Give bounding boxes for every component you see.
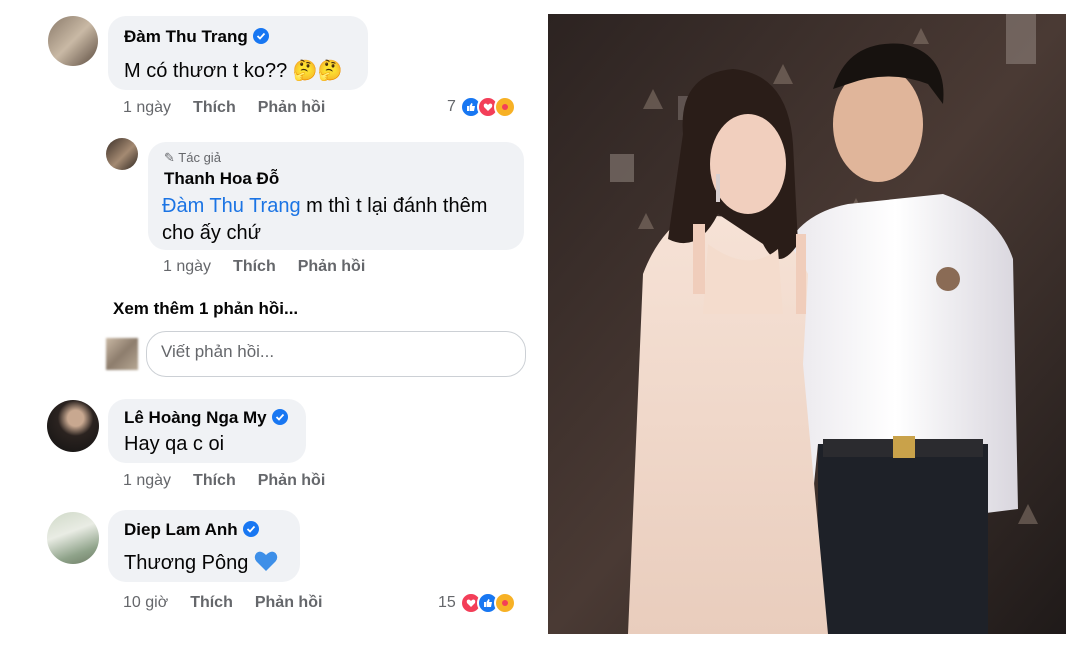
comment-time[interactable]: 10 giờ <box>123 594 168 611</box>
comment-text: Thương Pông <box>124 552 249 574</box>
like-button[interactable]: Thích <box>233 258 276 275</box>
avatar[interactable] <box>48 16 98 66</box>
comment-time[interactable]: 1 ngày <box>123 99 171 116</box>
care-reaction-icon <box>493 96 516 118</box>
commenter-name[interactable]: Diep Lam Anh <box>124 520 238 539</box>
like-button[interactable]: Thích <box>193 99 236 116</box>
reply-input-placeholder: Viết phản hồi... <box>161 342 275 361</box>
comment-text: m thì t lại đánh thêm <box>300 195 488 217</box>
commenter-name[interactable]: Thanh Hoa Đỗ <box>164 169 279 189</box>
care-reaction-icon <box>493 592 516 614</box>
comment-bubble: Đàm Thu Trang M có thươn t ko?? 🤔🤔 <box>108 16 368 90</box>
comment-actions: 10 giờ Thích Phản hồi <box>123 594 344 612</box>
reaction-count: 15 <box>438 594 456 611</box>
current-user-avatar <box>106 338 138 370</box>
verified-badge-icon <box>242 521 259 537</box>
comment-bubble: Diep Lam Anh Thương Pông <box>108 510 300 582</box>
reply-button[interactable]: Phản hồi <box>258 99 326 116</box>
reply-button[interactable]: Phản hồi <box>255 594 323 611</box>
reaction-summary[interactable]: 15 <box>438 592 516 614</box>
author-badge: Tác giả <box>178 150 221 165</box>
commenter-name[interactable]: Lê Hoàng Nga My <box>124 408 267 427</box>
comment-time[interactable]: 1 ngày <box>123 472 171 489</box>
reply-input[interactable]: Viết phản hồi... <box>146 331 526 377</box>
commenter-name[interactable]: Đàm Thu Trang <box>124 27 248 46</box>
comment-actions: 1 ngày Thích Phản hồi <box>163 258 387 276</box>
comment-actions: 1 ngày Thích Phản hồi <box>123 472 347 490</box>
thinking-face-icon: 🤔🤔 <box>292 60 343 82</box>
like-button[interactable]: Thích <box>193 472 236 489</box>
avatar[interactable] <box>47 400 99 452</box>
reply-button[interactable]: Phản hồi <box>258 472 326 489</box>
verified-badge-icon <box>271 409 288 425</box>
comment-bubble: Lê Hoàng Nga My Hay qa c oi <box>108 399 306 463</box>
pencil-icon: ✎ <box>164 150 175 165</box>
reply-bubble: ✎ Tác giả Thanh Hoa Đỗ Đàm Thu Trang m t… <box>148 142 524 250</box>
blue-heart-icon <box>254 550 278 578</box>
couple-photo <box>548 14 1066 634</box>
comment-actions: 1 ngày Thích Phản hồi <box>123 99 347 117</box>
avatar[interactable] <box>47 512 99 564</box>
verified-badge-icon <box>252 28 269 44</box>
reaction-summary[interactable]: 7 <box>447 96 516 118</box>
avatar[interactable] <box>106 138 138 170</box>
comment-text: Hay qa c oi <box>124 433 225 455</box>
comment-time[interactable]: 1 ngày <box>163 258 211 275</box>
comment-text: cho ấy chứ <box>162 222 261 244</box>
view-more-replies-link[interactable]: Xem thêm 1 phản hồi... <box>113 299 298 319</box>
mention-link[interactable]: Đàm Thu Trang <box>162 195 301 217</box>
like-button[interactable]: Thích <box>190 594 233 611</box>
comment-text: M có thươn t ko?? <box>124 60 288 82</box>
reaction-count: 7 <box>447 98 456 115</box>
reply-button[interactable]: Phản hồi <box>298 258 366 275</box>
couple-photo-illustration <box>548 14 1066 634</box>
